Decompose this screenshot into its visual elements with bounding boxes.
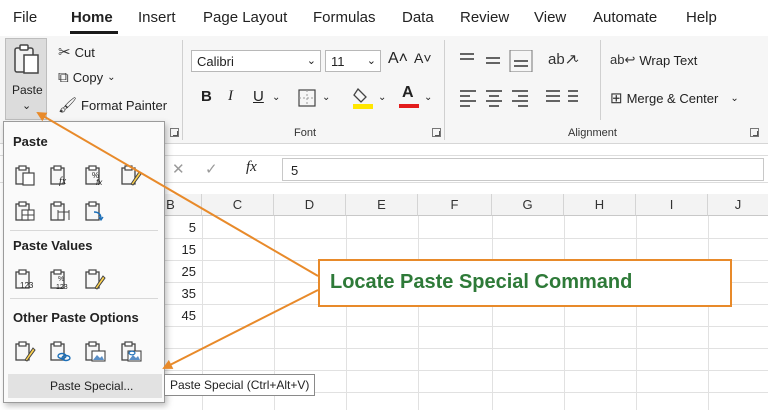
annotation-arrows <box>36 111 319 369</box>
callout-arrow-to-paste-button <box>36 111 319 277</box>
callout-arrow-to-paste-special <box>162 289 319 369</box>
callout-box: Locate Paste Special Command <box>318 259 732 307</box>
